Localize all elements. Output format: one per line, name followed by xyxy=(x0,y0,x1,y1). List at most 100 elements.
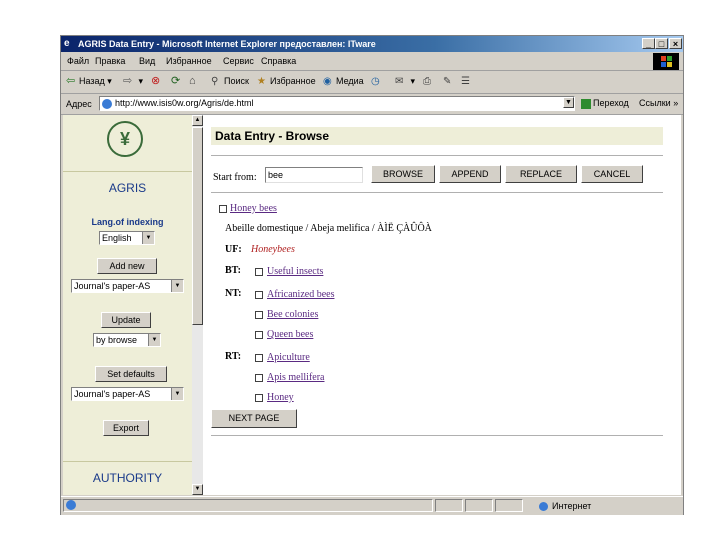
windows-logo-icon xyxy=(653,53,679,70)
lang-select[interactable]: English ▼ xyxy=(99,231,155,245)
discuss-button[interactable]: ☰ xyxy=(461,76,474,87)
history-button[interactable]: ◷ xyxy=(371,76,384,87)
rt-checkbox[interactable] xyxy=(255,354,263,362)
refresh-button[interactable]: ⟳ xyxy=(171,76,184,87)
forward-arrow-icon: ⇨ xyxy=(123,75,133,88)
maximize-button[interactable]: □ xyxy=(655,38,668,49)
export-button[interactable]: Export xyxy=(103,420,149,436)
sidebar-title: AGRIS xyxy=(108,181,147,195)
nt-link[interactable]: Africanized bees xyxy=(267,289,334,300)
bt-link[interactable]: Useful insects xyxy=(267,266,323,277)
bt-label: BT: xyxy=(225,265,241,276)
rt-checkbox[interactable] xyxy=(255,394,263,402)
address-url: http://www.isis0w.org/Agris/de.html xyxy=(115,98,254,108)
menu-file[interactable]: Файл xyxy=(67,56,89,66)
go-button[interactable]: Переход xyxy=(581,98,629,109)
lang-label: Lang.of indexing xyxy=(91,217,164,227)
start-input[interactable]: bee xyxy=(265,167,363,183)
search-label: Поиск xyxy=(224,76,249,86)
rt-link[interactable]: Honey xyxy=(267,392,294,403)
append-button[interactable]: APPEND xyxy=(439,165,501,183)
title-bar: e AGRIS Data Entry - Microsoft Internet … xyxy=(61,36,683,52)
scroll-thumb[interactable] xyxy=(192,127,203,325)
next-page-button[interactable]: NEXT PAGE xyxy=(211,409,297,428)
term-link[interactable]: Honey bees xyxy=(230,203,277,214)
term-checkbox[interactable] xyxy=(219,205,227,213)
page-content: ¥ AGRIS Lang.of indexing English ▼ Add ne… xyxy=(63,115,681,495)
mail-icon: ✉ xyxy=(395,76,404,88)
footer-divider xyxy=(211,435,663,436)
nt-checkbox[interactable] xyxy=(255,311,263,319)
favorites-button[interactable]: ★ Избранное xyxy=(257,76,316,87)
nt-checkbox[interactable] xyxy=(255,331,263,339)
minimize-button[interactable]: _ xyxy=(642,38,655,49)
menu-tools[interactable]: Сервис xyxy=(223,56,254,66)
scroll-up-icon[interactable]: ▲ xyxy=(192,115,203,126)
browser-window: e AGRIS Data Entry - Microsoft Internet … xyxy=(60,35,684,515)
menu-edit[interactable]: Правка xyxy=(95,56,125,66)
edit-button[interactable]: ✎ xyxy=(443,76,456,87)
menu-favorites[interactable]: Избранное xyxy=(166,56,212,66)
back-label: Назад xyxy=(79,76,105,86)
address-input[interactable]: http://www.isis0w.org/Agris/de.html xyxy=(99,96,575,111)
go-label: Переход xyxy=(593,98,629,108)
record-type-select[interactable]: Journal's paper-AS ▼ xyxy=(71,279,184,293)
status-pane xyxy=(63,499,433,512)
mail-button[interactable]: ✉ ▾ xyxy=(395,76,415,87)
authority-title[interactable]: AUTHORITY xyxy=(63,471,192,485)
browse-mode-value: by browse xyxy=(96,335,138,345)
forward-button[interactable]: ⇨ ▾ xyxy=(123,76,143,87)
add-new-button[interactable]: Add new xyxy=(97,258,157,274)
rt-checkbox[interactable] xyxy=(255,374,263,382)
address-dropdown[interactable]: ▼ xyxy=(563,97,574,108)
browse-button[interactable]: BROWSE xyxy=(371,165,435,183)
browse-mode-select[interactable]: by browse ▼ xyxy=(93,333,161,347)
set-defaults-button[interactable]: Set defaults xyxy=(95,366,167,382)
bt-checkbox[interactable] xyxy=(255,268,263,276)
wheat-icon: ¥ xyxy=(119,129,130,149)
zone-label: Интернет xyxy=(552,501,592,511)
stop-button[interactable]: ⊗ xyxy=(151,76,164,87)
links-button[interactable]: Ссылки » xyxy=(639,98,678,108)
home-button[interactable]: ⌂ xyxy=(189,76,202,87)
nt-checkbox[interactable] xyxy=(255,291,263,299)
main-panel: Data Entry - Browse Start from: bee BROW… xyxy=(205,115,681,495)
back-button[interactable]: ⇦ Назад ▾ xyxy=(66,76,112,87)
nt-label: NT: xyxy=(225,288,242,299)
menu-view[interactable]: Вид xyxy=(139,56,155,66)
globe-icon xyxy=(539,502,548,512)
page-title: Data Entry - Browse xyxy=(211,127,663,145)
sidebar-scrollbar[interactable]: ▲ ▼ xyxy=(192,115,203,495)
media-button[interactable]: ◉ Медиа xyxy=(323,76,364,87)
nt-link[interactable]: Bee colonies xyxy=(267,309,318,320)
menu-bar: Файл Правка Вид Избранное Сервис Справка xyxy=(61,53,683,71)
internet-zone: Интернет xyxy=(539,501,592,512)
rt-link[interactable]: Apiculture xyxy=(267,352,310,363)
scroll-down-icon[interactable]: ▼ xyxy=(192,484,203,495)
window-title: AGRIS Data Entry - Microsoft Internet Ex… xyxy=(78,39,376,49)
status-pane xyxy=(495,499,523,512)
print-button[interactable]: ⎙ xyxy=(423,76,436,87)
address-bar: Адрес http://www.isis0w.org/Agris/de.htm… xyxy=(61,94,683,115)
menu-help[interactable]: Справка xyxy=(261,56,296,66)
default-type-value: Journal's paper-AS xyxy=(74,389,151,399)
rt-link[interactable]: Apis mellifera xyxy=(267,372,324,383)
toolbar: ⇦ Назад ▾ ⇨ ▾ ⊗ ⟳ ⌂ ⚲ Поиск ★ Избранное ◉ Ме… xyxy=(61,71,683,94)
start-label: Start from: xyxy=(213,172,257,183)
replace-button[interactable]: REPLACE xyxy=(505,165,577,183)
address-label: Адрес xyxy=(66,99,92,109)
default-type-select[interactable]: Journal's paper-AS ▼ xyxy=(71,387,184,401)
favorites-label: Избранное xyxy=(270,76,316,86)
nt-link[interactable]: Queen bees xyxy=(267,329,313,340)
sidebar-divider xyxy=(63,171,192,172)
dropdown-arrow-icon: ▼ xyxy=(171,388,183,400)
cancel-button[interactable]: CANCEL xyxy=(581,165,643,183)
search-button[interactable]: ⚲ Поиск xyxy=(211,76,249,87)
update-button[interactable]: Update xyxy=(101,312,151,328)
edit-icon: ✎ xyxy=(443,76,452,88)
rt-label: RT: xyxy=(225,351,242,362)
sidebar: ¥ AGRIS Lang.of indexing English ▼ Add ne… xyxy=(63,115,192,495)
dropdown-arrow-icon: ▼ xyxy=(148,334,160,346)
close-button[interactable]: × xyxy=(669,38,682,49)
go-arrow-icon xyxy=(581,98,591,109)
